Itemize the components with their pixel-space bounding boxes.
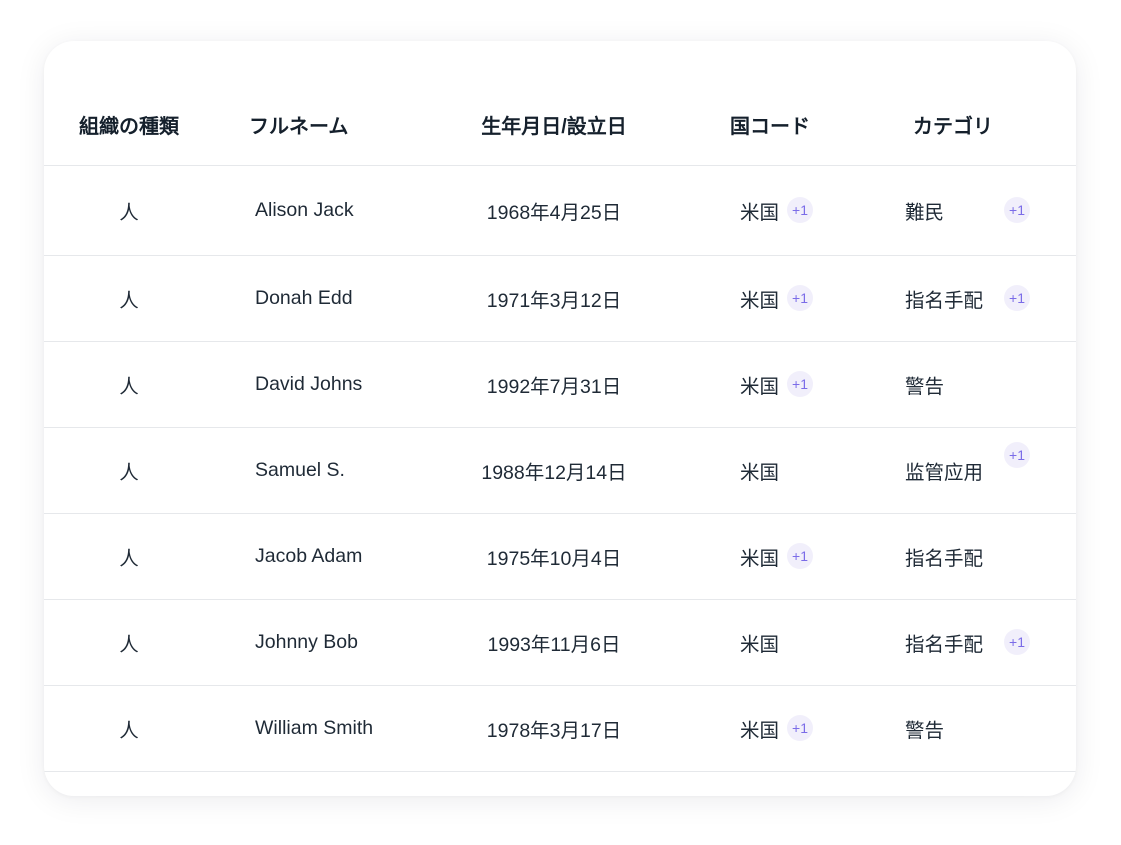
category-label: 指名手配 [905, 633, 984, 656]
cell-dob: 1992年7月31日 [419, 341, 689, 428]
table-row[interactable]: 人 Jacob Adam 1975年10月4日 米国 +1 指名手配 [44, 513, 1076, 600]
column-header-category[interactable]: カテゴリ [889, 41, 1076, 166]
category-more-badge[interactable]: +1 [1004, 197, 1030, 223]
cell-dob: 1971年3月12日 [419, 255, 689, 342]
header-row: 組織の種類 フルネーム 生年月日/設立日 国コード カテゴリ [44, 41, 1076, 166]
category-label: 警告 [905, 719, 945, 742]
category-label: 警告 [905, 375, 945, 398]
cell-type: 人 [44, 685, 214, 772]
country-label: 米国 [740, 719, 780, 742]
country-wrapper: 米国 +1 [740, 542, 889, 571]
country-more-badge[interactable]: +1 [787, 197, 814, 223]
cell-full-name: William Smith [214, 685, 419, 772]
cell-country: 米国 +1 [689, 513, 889, 600]
table-row[interactable]: 人 Donah Edd 1971年3月12日 米国 +1 指名手配 +1 [44, 255, 1076, 342]
country-label: 米国 [740, 547, 780, 570]
cell-country: 米国 +1 [689, 685, 889, 772]
country-more-badge[interactable]: +1 [787, 715, 814, 741]
country-label: 米国 [740, 375, 780, 398]
table-row[interactable]: 人 Samuel S. 1988年12月14日 米国 监管应用 +1 [44, 427, 1076, 514]
cell-type: 人 [44, 165, 214, 256]
cell-country: 米国 [689, 599, 889, 686]
cell-full-name: Donah Edd [214, 255, 419, 342]
table-body: 人 Alison Jack 1968年4月25日 米国 +1 難民 +1 人 Donah Edd… [44, 165, 1076, 772]
cell-country: 米国 [689, 427, 889, 514]
category-label: 监管应用 [905, 461, 984, 484]
cell-country: 米国 +1 [689, 165, 889, 256]
category-more-badge[interactable]: +1 [1004, 285, 1030, 311]
country-wrapper: 米国 +1 [740, 370, 889, 399]
cell-full-name: David Johns [214, 341, 419, 428]
cell-country: 米国 +1 [689, 255, 889, 342]
cell-category: 難民 +1 [889, 165, 1076, 256]
country-label: 米国 [740, 201, 780, 224]
table-row[interactable]: 人 Johnny Bob 1993年11月6日 米国 指名手配 +1 [44, 599, 1076, 686]
category-label: 指名手配 [905, 547, 984, 570]
cell-dob: 1975年10月4日 [419, 513, 689, 600]
cell-type: 人 [44, 599, 214, 686]
column-header-dob[interactable]: 生年月日/設立日 [419, 41, 689, 166]
category-more-badge[interactable]: +1 [1004, 442, 1030, 468]
cell-category: 指名手配 +1 [889, 599, 1076, 686]
cell-category: 警告 [889, 685, 1076, 772]
cell-type: 人 [44, 427, 214, 514]
cell-category: 指名手配 [889, 513, 1076, 600]
cell-full-name: Johnny Bob [214, 599, 419, 686]
category-label: 難民 [905, 201, 945, 224]
category-label: 指名手配 [905, 289, 984, 312]
cell-dob: 1993年11月6日 [419, 599, 689, 686]
cell-full-name: Jacob Adam [214, 513, 419, 600]
country-more-badge[interactable]: +1 [787, 285, 814, 311]
table-row[interactable]: 人 David Johns 1992年7月31日 米国 +1 警告 [44, 341, 1076, 428]
category-more-badge[interactable]: +1 [1004, 629, 1030, 655]
column-header-type[interactable]: 組織の種類 [44, 41, 214, 166]
country-wrapper: 米国 +1 [740, 714, 889, 743]
cell-category: 警告 [889, 341, 1076, 428]
country-label: 米国 [740, 633, 780, 656]
country-wrapper: 米国 [740, 628, 889, 657]
cell-dob: 1978年3月17日 [419, 685, 689, 772]
table-header: 組織の種類 フルネーム 生年月日/設立日 国コード カテゴリ [44, 41, 1076, 166]
cell-full-name: Samuel S. [214, 427, 419, 514]
country-more-badge[interactable]: +1 [787, 543, 814, 569]
country-more-badge[interactable]: +1 [787, 371, 814, 397]
column-header-name[interactable]: フルネーム [214, 41, 419, 166]
table-row[interactable]: 人 Alison Jack 1968年4月25日 米国 +1 難民 +1 [44, 165, 1076, 256]
cell-category: 指名手配 +1 [889, 255, 1076, 342]
country-wrapper: 米国 +1 [740, 196, 889, 225]
cell-dob: 1968年4月25日 [419, 165, 689, 256]
cell-dob: 1988年12月14日 [419, 427, 689, 514]
country-label: 米国 [740, 289, 780, 312]
country-wrapper: 米国 +1 [740, 284, 889, 313]
cell-type: 人 [44, 255, 214, 342]
cell-type: 人 [44, 513, 214, 600]
cell-full-name: Alison Jack [214, 165, 419, 256]
table-row[interactable]: 人 William Smith 1978年3月17日 米国 +1 警告 [44, 685, 1076, 772]
results-table: 組織の種類 フルネーム 生年月日/設立日 国コード カテゴリ 人 Alison J… [44, 41, 1076, 772]
cell-type: 人 [44, 341, 214, 428]
column-header-country[interactable]: 国コード [689, 41, 889, 166]
country-wrapper: 米国 [740, 456, 889, 485]
cell-country: 米国 +1 [689, 341, 889, 428]
results-card: 組織の種類 フルネーム 生年月日/設立日 国コード カテゴリ 人 Alison J… [44, 41, 1076, 796]
country-label: 米国 [740, 461, 780, 484]
cell-category: 监管应用 +1 [889, 427, 1076, 514]
